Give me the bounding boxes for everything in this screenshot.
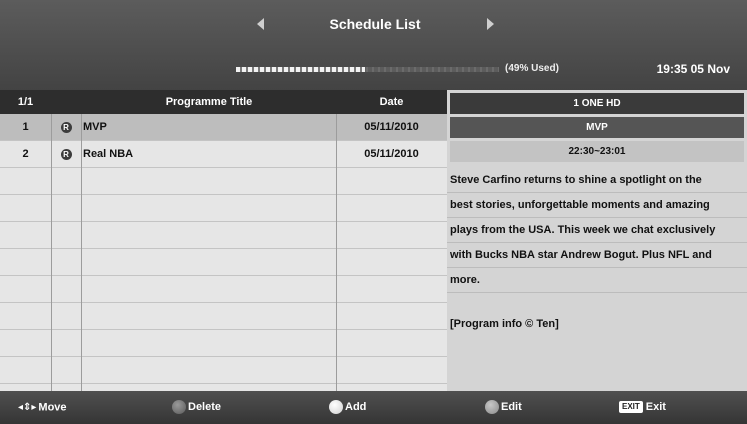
description-line: with Bucks NBA star Andrew Bogut. Plus N… [447,243,747,268]
green-button-icon [329,400,343,415]
empty-row [0,330,447,357]
row-number: 1 [22,121,29,133]
exit-button-icon: EXIT [619,401,643,414]
prev-page-icon[interactable] [257,18,264,30]
empty-row [0,276,447,303]
add-key[interactable]: Add [329,391,366,424]
programme-credit: [Program info © Ten] [450,318,559,330]
disk-usage-label: (49% Used) [505,63,559,74]
column-programme-title: Programme Title [165,96,253,108]
empty-row [0,195,447,222]
column-divider [51,114,52,391]
channel-name: 1 ONE HD [450,93,744,114]
page-indicator: 1/1 [17,96,34,108]
column-divider [81,114,82,391]
edit-key[interactable]: Edit [485,391,522,424]
table-row[interactable]: 1 R MVP 05/11/2010 [0,114,447,141]
move-label: Move [38,401,67,414]
delete-label: Delete [188,401,222,413]
programme-description: Steve Carfino returns to shine a spotlig… [447,168,747,293]
page-title: Schedule List [329,16,421,32]
record-icon: R [51,114,81,140]
table-row[interactable]: 2 R Real NBA 05/11/2010 [0,141,447,168]
record-icon: R [51,141,81,167]
description-line: best stories, unforgettable moments and … [447,193,747,218]
programme-time: 22:30~23:01 [450,141,744,162]
delete-key[interactable]: Delete [172,391,221,424]
move-key[interactable]: ◂⇕▸ Move [18,391,67,424]
exit-label: Exit [645,401,666,413]
empty-row [0,168,447,195]
table-body: ▲ ▼ 1RMVP05/11/20102RReal NBA05/11/2010 [0,114,447,391]
description-line: plays from the USA. This week we chat ex… [447,218,747,243]
row-title: Real NBA [83,148,134,160]
schedule-table: 1/1 Programme Title Date ▲ ▼ 1RMVP05/11/… [0,90,447,391]
column-divider [336,114,337,391]
disk-usage-fill [236,67,365,72]
column-date: Date [379,96,404,108]
description-line: Steve Carfino returns to shine a spotlig… [447,168,747,193]
yellow-button-icon [485,400,499,415]
empty-row [0,303,447,330]
row-number: 2 [22,148,29,160]
record-badge: R [60,148,72,160]
empty-row [0,357,447,384]
title-row: Schedule List [0,10,747,40]
disk-usage-bar [236,67,499,72]
move-arrows-icon: ◂⇕▸ [18,402,37,413]
red-button-icon [172,400,186,415]
footer-key-bar: ◂⇕▸ Move Delete Add Edit EXIT Exit [0,391,747,424]
record-badge: R [60,121,72,133]
disk-usage-row: (49% Used) 19:35 05 Nov [0,58,747,80]
add-label: Add [345,401,367,413]
row-date: 05/11/2010 [364,148,419,160]
programme-name: MVP [450,117,744,138]
table-header: 1/1 Programme Title Date [0,90,447,114]
empty-row [0,249,447,276]
exit-key[interactable]: EXIT Exit [619,391,666,424]
schedule-list-screen: Schedule List (49% Used) 19:35 05 Nov 1/… [0,0,747,424]
clock: 19:35 05 Nov [656,62,730,76]
edit-label: Edit [501,401,522,413]
next-page-icon[interactable] [487,18,494,30]
header: Schedule List (49% Used) 19:35 05 Nov [0,0,747,90]
row-date: 05/11/2010 [364,121,419,133]
description-line: more. [447,268,747,293]
row-title: MVP [83,121,107,133]
empty-row [0,222,447,249]
programme-info-panel: 1 ONE HD MVP 22:30~23:01 Steve Carfino r… [447,90,747,391]
